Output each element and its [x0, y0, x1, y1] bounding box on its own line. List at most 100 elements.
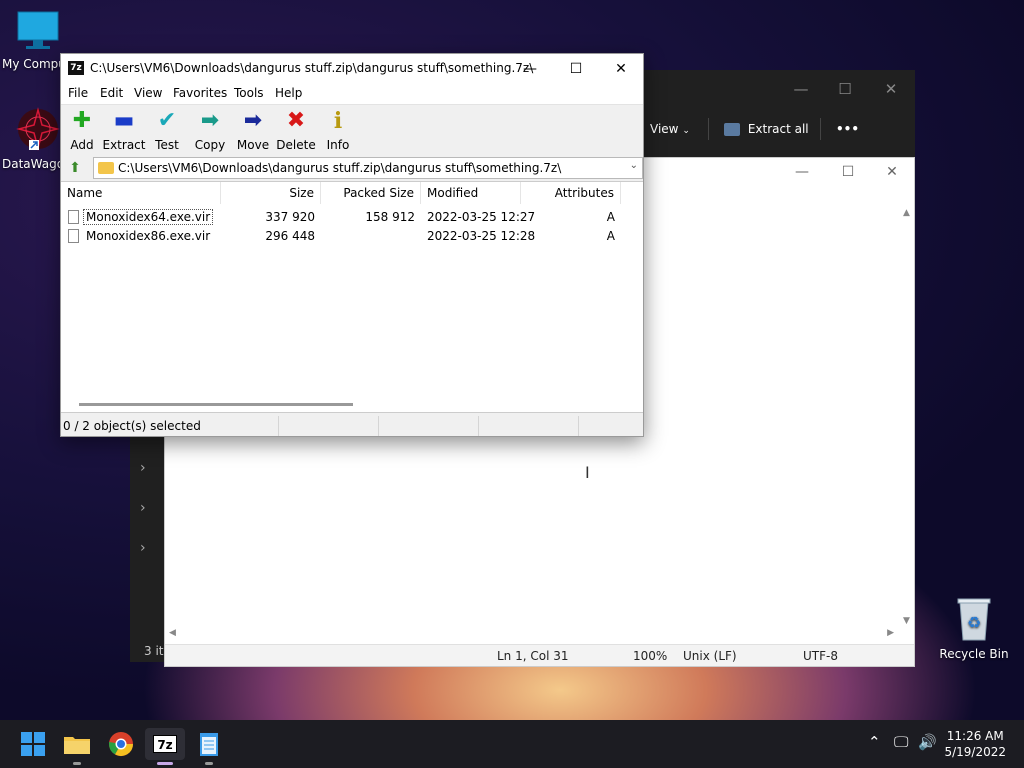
view-button[interactable]: View ⌄: [650, 114, 690, 144]
close-button[interactable]: ✕: [598, 54, 644, 84]
nav-chevron-icon[interactable]: ›: [140, 460, 146, 476]
notepad-taskbar-button[interactable]: [193, 728, 225, 760]
column-header-name[interactable]: Name: [61, 182, 221, 204]
move-arrow-icon: ➡: [243, 108, 263, 133]
test-label: Test: [155, 138, 179, 152]
menu-file[interactable]: File: [68, 86, 88, 100]
address-bar: ⬆ C:\Users\VM6\Downloads\dangurus stuff.…: [61, 156, 643, 180]
plus-icon: ✚: [72, 108, 92, 133]
desktop-icon-label: Recycle Bin: [939, 647, 1009, 661]
scroll-right-icon[interactable]: ▶: [887, 628, 894, 638]
network-icon[interactable]: 🖵: [894, 733, 908, 751]
more-icon: •••: [836, 122, 860, 136]
window-title: C:\Users\VM6\Downloads\dangurus stuff.zi…: [90, 61, 534, 75]
address-combobox[interactable]: C:\Users\VM6\Downloads\dangurus stuff.zi…: [93, 157, 643, 179]
sevenzip-window[interactable]: 7z C:\Users\VM6\Downloads\dangurus stuff…: [60, 53, 644, 437]
taskbar: 7z ⌃ 🖵 🔊 11:26 AM 5/19/2022: [0, 720, 1024, 768]
delete-label: Delete: [276, 138, 316, 152]
maximize-button[interactable]: ☐: [825, 161, 871, 183]
selection-status: 0 / 2 object(s) selected: [61, 416, 279, 436]
sevenzip-app-icon: 7z: [68, 61, 84, 75]
recycle-bin-icon: ♻: [957, 598, 991, 641]
move-button[interactable]: ➡ Move: [229, 108, 277, 152]
clock[interactable]: 11:26 AM 5/19/2022: [944, 728, 1006, 760]
line-ending: Unix (LF): [683, 649, 737, 663]
menu-edit[interactable]: Edit: [100, 86, 123, 100]
menu-tools[interactable]: Tools: [234, 86, 264, 100]
maximize-button[interactable]: ☐: [553, 54, 599, 84]
minus-icon: ▬: [113, 108, 135, 133]
add-button[interactable]: ✚ Add: [58, 108, 106, 152]
info-label: Info: [326, 138, 350, 152]
table-row[interactable]: Monoxidex64.exe.vir 337 920 158 912 2022…: [61, 208, 643, 227]
delete-button[interactable]: ✖ Delete: [272, 108, 320, 152]
chevron-down-icon[interactable]: ⌄: [630, 160, 638, 171]
menu-help[interactable]: Help: [275, 86, 302, 100]
minimize-button[interactable]: —: [778, 76, 824, 102]
file-icon: [68, 210, 79, 224]
file-list[interactable]: Name Size Packed Size Modified Attribute…: [61, 181, 643, 413]
menu-favorites[interactable]: Favorites: [173, 86, 227, 100]
up-folder-icon[interactable]: ⬆: [64, 158, 86, 178]
toolbar-divider: [820, 118, 821, 140]
desktop-icon-recycle-bin[interactable]: ♻ Recycle Bin: [936, 596, 1012, 661]
chrome-taskbar-button[interactable]: [105, 728, 137, 760]
nav-chevron-icon[interactable]: ›: [140, 540, 146, 556]
file-modified: 2022-03-25 12:27: [427, 210, 536, 224]
scroll-left-icon[interactable]: ◀: [169, 628, 176, 638]
view-label: View: [650, 122, 679, 136]
column-header-size[interactable]: Size: [221, 182, 321, 204]
toolbar: ✚ Add ▬ Extract ✔ Test ➡ Copy ➡ Move ✖ D…: [61, 104, 643, 154]
scroll-up-icon[interactable]: ▲: [903, 208, 910, 218]
more-options-button[interactable]: •••: [836, 114, 859, 144]
encoding: UTF-8: [803, 649, 838, 663]
svg-text:♻: ♻: [967, 613, 981, 632]
table-row[interactable]: Monoxidex86.exe.vir 296 448 2022-03-25 1…: [61, 227, 643, 246]
cursor-position: Ln 1, Col 31: [497, 649, 569, 663]
title-bar[interactable]: 7z C:\Users\VM6\Downloads\dangurus stuff…: [61, 54, 643, 84]
info-button[interactable]: i Info: [314, 108, 362, 152]
copy-arrow-icon: ➡: [200, 108, 220, 133]
extract-all-label: Extract all: [747, 122, 809, 136]
chrome-icon: [109, 732, 133, 757]
menu-bar: File Edit View Favorites Tools Help: [61, 84, 643, 104]
status-segment: [279, 416, 379, 436]
running-indicator: [73, 762, 81, 765]
column-header-modified[interactable]: Modified: [421, 182, 521, 204]
file-modified: 2022-03-25 12:28: [427, 229, 536, 243]
horizontal-scrollbar[interactable]: ◀ ▶: [165, 628, 914, 642]
minimize-button[interactable]: —: [779, 161, 825, 183]
volume-icon[interactable]: 🔊: [918, 733, 937, 751]
copy-label: Copy: [194, 138, 226, 152]
column-header-attributes[interactable]: Attributes: [521, 182, 621, 204]
status-segment: [479, 416, 579, 436]
column-header-packed-size[interactable]: Packed Size: [321, 182, 421, 204]
file-size: 296 448: [265, 229, 315, 243]
nav-chevron-icon[interactable]: ›: [140, 500, 146, 516]
chevron-down-icon: ⌄: [682, 126, 690, 136]
notepad-status-bar: Ln 1, Col 31 100% Unix (LF) UTF-8: [165, 644, 914, 666]
notepad-icon: [200, 733, 218, 756]
copy-button[interactable]: ➡ Copy: [186, 108, 234, 152]
close-button[interactable]: ✕: [868, 76, 914, 102]
extract-button[interactable]: ▬ Extract: [100, 108, 148, 152]
status-bar: 0 / 2 object(s) selected: [61, 416, 643, 436]
maximize-button[interactable]: ☐: [822, 76, 868, 102]
menu-view[interactable]: View: [134, 86, 162, 100]
close-button[interactable]: ✕: [869, 161, 915, 183]
extract-label: Extract: [102, 138, 146, 152]
sevenzip-icon: 7z: [153, 735, 177, 753]
minimize-button[interactable]: —: [507, 54, 553, 84]
horizontal-scrollbar-thumb[interactable]: [79, 403, 353, 406]
chevron-up-icon[interactable]: ⌃: [868, 733, 881, 751]
file-explorer-taskbar-button[interactable]: [61, 728, 93, 760]
vertical-scrollbar[interactable]: ▲ ▼: [900, 208, 914, 626]
scroll-down-icon[interactable]: ▼: [903, 616, 910, 626]
extract-all-button[interactable]: Extract all: [724, 114, 809, 144]
windows-logo-icon: [21, 732, 45, 756]
add-label: Add: [70, 138, 94, 152]
file-name: Monoxidex86.exe.vir: [86, 229, 211, 243]
test-button[interactable]: ✔ Test: [143, 108, 191, 152]
sevenzip-taskbar-button[interactable]: 7z: [145, 728, 185, 760]
start-button[interactable]: [17, 728, 49, 760]
